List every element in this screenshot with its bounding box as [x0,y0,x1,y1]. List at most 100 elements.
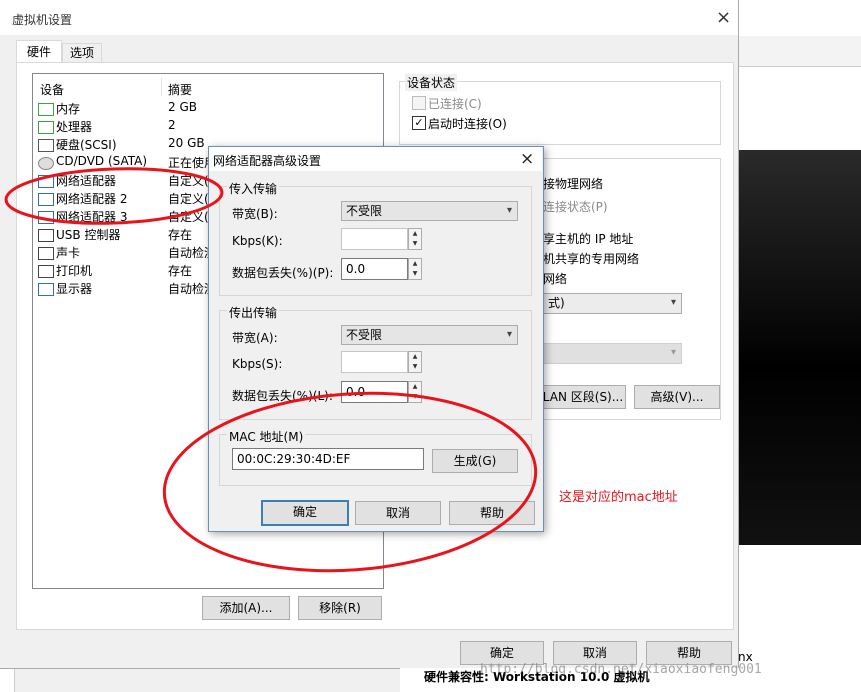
device-name[interactable]: 网络适配器 2 [56,190,127,207]
advanced-dialog-close-icon[interactable]: × [520,149,534,169]
background-titlebar [738,0,861,37]
device-status-title: 设备状态 [405,74,458,91]
device-name[interactable]: 网络适配器 [56,172,116,189]
incoming-bandwidth-select[interactable]: 不受限 ▾ [341,201,518,221]
display-icon [38,283,54,296]
incoming-loss-label: 数据包丢失(%)(P): [232,266,334,280]
remove-device-button[interactable]: 移除(R) [298,596,382,620]
device-name[interactable]: CD/DVD (SATA) [56,154,147,168]
spin-up-icon: ▲ [412,383,418,390]
chevron-down-icon: ▾ [506,205,512,216]
chevron-down-icon: ▾ [506,329,512,340]
connected-label: 已连接(C) [428,97,482,111]
background-dark-panel [738,150,861,545]
outgoing-transfer-title: 传出传输 [227,304,280,321]
outgoing-bandwidth-select[interactable]: 不受限 ▾ [341,325,518,345]
advanced-dialog-title: 网络适配器高级设置 [213,154,322,168]
device-summary: 20 GB [168,136,205,150]
device-name[interactable]: 声卡 [56,244,80,261]
outgoing-kbps-label: Kbps(S): [232,357,283,371]
spin-down-icon: ▼ [412,270,418,277]
tab-options-label: 选项 [69,46,94,60]
background-toolbar [738,36,861,67]
outgoing-kbps-spinner[interactable]: ▲ ▼ [408,351,422,373]
device-list-header-divider [161,78,162,96]
custom-network-select[interactable]: 式) ▾ [543,293,682,314]
network-adapter-icon [38,193,54,206]
incoming-bandwidth-value: 不受限 [346,204,383,218]
cd-dvd-icon [38,157,54,170]
device-list-header-device[interactable]: 设备 [40,81,64,98]
outgoing-loss-spinner[interactable]: ▲ ▼ [408,381,422,403]
printer-icon [38,265,54,278]
incoming-loss-spinner[interactable]: ▲ ▼ [408,258,422,280]
vm-dialog-title: 虚拟机设置 [12,13,73,27]
device-summary: 存在 [168,228,193,242]
outgoing-bandwidth-value: 不受限 [346,328,383,342]
advanced-help-button[interactable]: 帮助 [449,501,535,525]
outgoing-bandwidth-label: 带宽(A): [232,331,278,345]
mac-address-input[interactable]: 00:0C:29:30:4D:EF [232,448,424,470]
connect-at-power-on-checkbox[interactable]: ✓ [412,116,426,130]
device-summary: 自定义( [168,210,209,224]
outgoing-loss-label: 数据包丢失(%)(L): [232,389,333,403]
device-name[interactable]: 打印机 [56,262,92,279]
outgoing-kbps-input[interactable] [341,351,408,373]
network-adapter-icon [38,175,54,188]
spin-up-icon: ▲ [412,230,418,237]
harddisk-icon [38,139,54,152]
device-name[interactable]: 显示器 [56,280,92,297]
custom-network-value: 式) [548,296,565,310]
device-summary: 2 GB [168,100,197,114]
device-name[interactable]: USB 控制器 [56,226,120,243]
bridged-label: 接物理网络 [543,177,604,191]
watermark: http://blog.csdn.net/xiaoxiaofeng001 [480,662,762,677]
advanced-ok-button[interactable]: 确定 [261,500,349,526]
device-list-header-summary[interactable]: 摘要 [168,81,192,98]
custom-network-label: 网络 [543,272,568,286]
device-summary: 自定义( [168,192,209,206]
device-name[interactable]: 网络适配器 3 [56,208,127,225]
generate-mac-button[interactable]: 生成(G) [432,449,518,473]
spin-up-icon: ▲ [412,260,418,267]
incoming-bandwidth-label: 带宽(B): [232,207,278,221]
nat-label: 享主机的 IP 地址 [543,232,634,246]
spin-up-icon: ▲ [412,353,418,360]
annotation-text: 这是对应的mac地址 [559,490,678,505]
connect-at-power-on-label: 启动时连接(O) [428,117,507,131]
device-name[interactable]: 处理器 [56,118,92,135]
device-summary: 自定义( [168,174,209,188]
lan-segment-select[interactable]: ▾ [543,343,682,364]
tab-hardware[interactable]: 硬件 [16,40,62,63]
outgoing-loss-input[interactable]: 0.0 [341,381,408,403]
advanced-cancel-button[interactable]: 取消 [355,501,441,525]
chevron-down-icon: ▾ [670,347,676,358]
spin-down-icon: ▼ [412,363,418,370]
network-adapter-icon [38,211,54,224]
chevron-down-icon: ▾ [670,297,676,308]
incoming-kbps-spinner[interactable]: ▲ ▼ [408,228,422,250]
connected-checkbox[interactable] [412,96,426,110]
device-name[interactable]: 硬盘(SCSI) [56,136,117,153]
tab-hardware-label: 硬件 [26,45,51,59]
incoming-loss-input[interactable]: 0.0 [341,258,408,280]
host-only-label: 机共享的专用网络 [543,252,640,266]
incoming-transfer-title: 传入传输 [227,180,280,197]
vm-dialog-close-icon[interactable]: × [716,7,731,28]
incoming-kbps-label: Kbps(K): [232,234,283,248]
lan-segment-button[interactable]: LAN 区段(S)... [540,385,626,409]
incoming-kbps-input[interactable] [341,228,408,250]
spin-down-icon: ▼ [412,393,418,400]
mac-address-title: MAC 地址(M) [227,428,306,445]
device-summary: 2 [168,118,176,132]
device-name[interactable]: 内存 [56,100,80,117]
device-summary: 存在 [168,264,193,278]
usb-icon [38,229,54,242]
advanced-button[interactable]: 高级(V)... [634,385,720,409]
vm-dialog-titlebar [0,0,738,35]
processor-icon [38,121,54,134]
add-device-button[interactable]: 添加(A)... [202,596,290,620]
tab-options[interactable]: 选项 [62,43,102,63]
sound-icon [38,247,54,260]
spin-down-icon: ▼ [412,240,418,247]
